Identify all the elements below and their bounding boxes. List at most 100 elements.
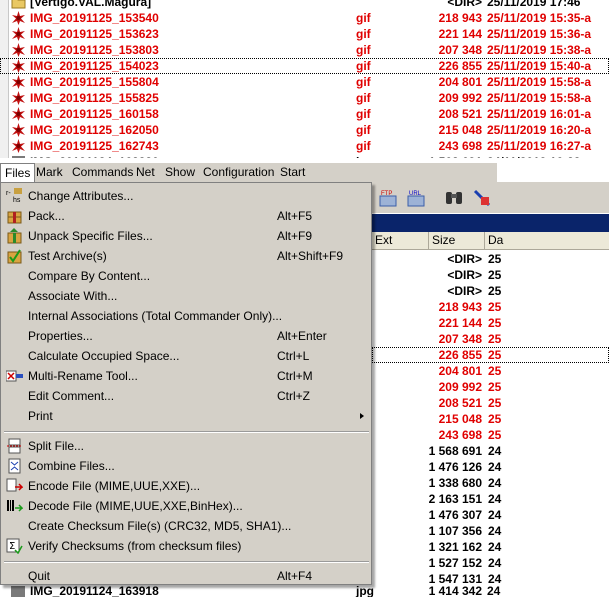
menu-item-verify-checksums-from-checksum-files[interactable]: Σ Verify Checksums (from checksum files) <box>2 536 371 556</box>
file-row[interactable]: 1 568 691 24 <box>372 443 609 459</box>
image-file-icon <box>11 91 26 105</box>
ftp-icon[interactable]: FTP <box>378 188 398 208</box>
file-row[interactable]: 221 144 25 <box>372 315 609 331</box>
file-row[interactable]: 1 476 307 24 <box>372 507 609 523</box>
file-row[interactable]: 1 338 680 24 <box>372 475 609 491</box>
menu-item-combine-files[interactable]: Combine Files... <box>2 456 371 476</box>
menu-item-split-file[interactable]: Split File... <box>2 436 371 456</box>
file-name: IMG_20191125_155804 <box>30 75 159 89</box>
file-name: IMG_20191125_155825 <box>30 91 159 105</box>
bottom-file-row[interactable]: IMG_20191124_163918 jpg 1 414 342 24 <box>0 585 609 597</box>
file-row[interactable]: 1 476 126 24 <box>372 459 609 475</box>
file-size: 243 698 <box>438 139 482 153</box>
menu-item-internal-associations-total-commander-only[interactable]: Internal Associations (Total Commander O… <box>2 306 371 326</box>
file-row[interactable]: 204 801 25 <box>372 363 609 379</box>
directory-row[interactable]: <DIR> 25 <box>372 251 609 267</box>
file-date: 25 <box>488 284 502 298</box>
menu-item-encode-file-mime-uue-xxe[interactable]: Encode File (MIME,UUE,XXE)... <box>2 476 371 496</box>
file-size: 226 855 <box>438 348 482 362</box>
file-date: 24 <box>488 492 502 506</box>
menu-mark[interactable]: Mark <box>32 163 67 182</box>
file-row[interactable]: IMG_20191125_155825 gif 209 992 25/11/2019 … <box>0 90 609 106</box>
image-file-icon <box>11 59 26 73</box>
find-icon[interactable] <box>444 188 464 208</box>
file-row[interactable]: 218 943 25 <box>372 299 609 315</box>
file-row[interactable]: IMG_20191125_153803 gif 207 348 25/11/2019 … <box>0 42 609 58</box>
file-row[interactable]: IMG_20191125_154023 gif 226 855 25/11/2019 … <box>0 58 609 74</box>
menu-item-change-attributes[interactable]: r-hs Change Attributes... <box>2 186 371 206</box>
file-row[interactable]: 1 527 152 24 <box>372 555 609 571</box>
panel-path-bar[interactable] <box>372 214 609 232</box>
column-ext[interactable]: Ext <box>372 232 429 249</box>
sync-icon[interactable] <box>472 188 492 208</box>
menu-net[interactable]: Net <box>132 163 159 182</box>
file-row[interactable]: 226 855 25 <box>372 347 609 363</box>
file-size: 226 855 <box>438 59 482 73</box>
file-row[interactable]: 243 698 25 <box>372 427 609 443</box>
image-file-icon <box>11 75 26 89</box>
file-row[interactable]: 1 107 356 24 <box>372 523 609 539</box>
file-row[interactable]: 215 048 25 <box>372 411 609 427</box>
file-row[interactable]: 209 992 25 <box>372 379 609 395</box>
file-row[interactable]: IMG_20191125_153540 gif 218 943 25/11/2019 … <box>0 10 609 26</box>
menu-item-label: Change Attributes... <box>28 189 134 203</box>
menu-item-unpack-specific-files[interactable]: Unpack Specific Files... Alt+F9 <box>2 226 371 246</box>
file-name: [Vertigo.VAL.Magura] <box>30 0 152 9</box>
file-name: IMG_20191125_162743 <box>30 139 159 153</box>
file-date: 25/11/2019 16:20-a <box>487 123 592 137</box>
menu-files[interactable]: Files <box>0 163 36 183</box>
menu-item-print[interactable]: Print <box>2 406 371 426</box>
menu-item-shortcut: Alt+Shift+F9 <box>277 249 344 263</box>
menu-commands[interactable]: Commands <box>68 163 137 182</box>
file-name: IMG_20191124_163320 <box>30 154 159 158</box>
multi-rename-icon <box>5 368 23 384</box>
menu-item-label: Unpack Specific Files... <box>28 229 153 243</box>
file-size: <DIR> <box>447 0 482 9</box>
menu-item-decode-file-mime-uue-xxe-binhex[interactable]: Decode File (MIME,UUE,XXE,BinHex)... <box>2 496 371 516</box>
menu-item-multi-rename-tool[interactable]: Multi-Rename Tool... Ctrl+M <box>2 366 371 386</box>
file-row[interactable]: 208 521 25 <box>372 395 609 411</box>
menu-item-associate-with[interactable]: Associate With... <box>2 286 371 306</box>
menu-item-label: Test Archive(s) <box>28 249 107 263</box>
file-ext: gif <box>356 107 371 121</box>
menu-item-properties[interactable]: Properties... Alt+Enter <box>2 326 371 346</box>
file-row[interactable]: IMG_20191125_153623 gif 221 144 25/11/2019 … <box>0 26 609 42</box>
file-row[interactable]: IMG_20191125_160158 gif 208 521 25/11/2019 … <box>0 106 609 122</box>
menu-item-quit[interactable]: Quit Alt+F4 <box>2 566 371 586</box>
menu-item-edit-comment[interactable]: Edit Comment... Ctrl+Z <box>2 386 371 406</box>
menu-item-shortcut: Alt+F4 <box>277 569 313 583</box>
file-row[interactable]: 1 321 162 24 <box>372 539 609 555</box>
url-icon[interactable]: URL <box>406 188 426 208</box>
file-date: 25/11/2019 15:58-a <box>487 75 592 89</box>
menu-configuration[interactable]: Configuration <box>199 163 278 182</box>
file-size: 1 568 691 <box>428 444 482 458</box>
directory-row[interactable]: <DIR> 25 <box>372 267 609 283</box>
menu-item-test-archive-s[interactable]: Test Archive(s) Alt+Shift+F9 <box>2 246 371 266</box>
menu-item-compare-by-content[interactable]: Compare By Content... <box>2 266 371 286</box>
file-date: 25 <box>488 268 502 282</box>
menu-item-pack[interactable]: Pack... Alt+F5 <box>2 206 371 226</box>
file-row[interactable]: IMG_20191125_162743 gif 243 698 25/11/2019 … <box>0 138 609 154</box>
file-ext: gif <box>356 11 371 25</box>
column-size[interactable]: Size <box>429 232 485 249</box>
file-date: 24 <box>488 476 502 490</box>
file-date: 25 <box>488 412 502 426</box>
menu-item-label: Properties... <box>28 329 93 343</box>
menu-start[interactable]: Start <box>276 163 309 182</box>
encode-icon <box>6 478 24 494</box>
file-row[interactable]: IMG_20191125_155804 gif 204 801 25/11/2019 … <box>0 74 609 90</box>
file-row[interactable]: 2 163 151 24 <box>372 491 609 507</box>
menu-item-label: Print <box>28 409 53 423</box>
menu-show[interactable]: Show <box>161 163 199 182</box>
menu-item-create-checksum-file-s-crc32-md5-sha1[interactable]: Create Checksum File(s) (CRC32, MD5, SHA… <box>2 516 371 536</box>
menu-item-calculate-occupied-space[interactable]: Calculate Occupied Space... Ctrl+L <box>2 346 371 366</box>
file-size: 1 527 152 <box>428 556 482 570</box>
file-row[interactable]: IMG_20191125_162050 gif 215 048 25/11/2019 … <box>0 122 609 138</box>
column-date[interactable]: Da <box>485 232 609 249</box>
directory-row[interactable]: [Vertigo.VAL.Magura] <DIR> 25/11/2019 17:4… <box>0 0 609 10</box>
directory-row[interactable]: <DIR> 25 <box>372 283 609 299</box>
file-row[interactable]: IMG_20191124_163320 jpg 1 568 691 24/11/201… <box>0 154 609 158</box>
bottom-file-size: 1 414 342 <box>428 585 482 597</box>
file-row[interactable]: 207 348 25 <box>372 331 609 347</box>
file-date: 25/11/2019 15:35-a <box>487 11 592 25</box>
